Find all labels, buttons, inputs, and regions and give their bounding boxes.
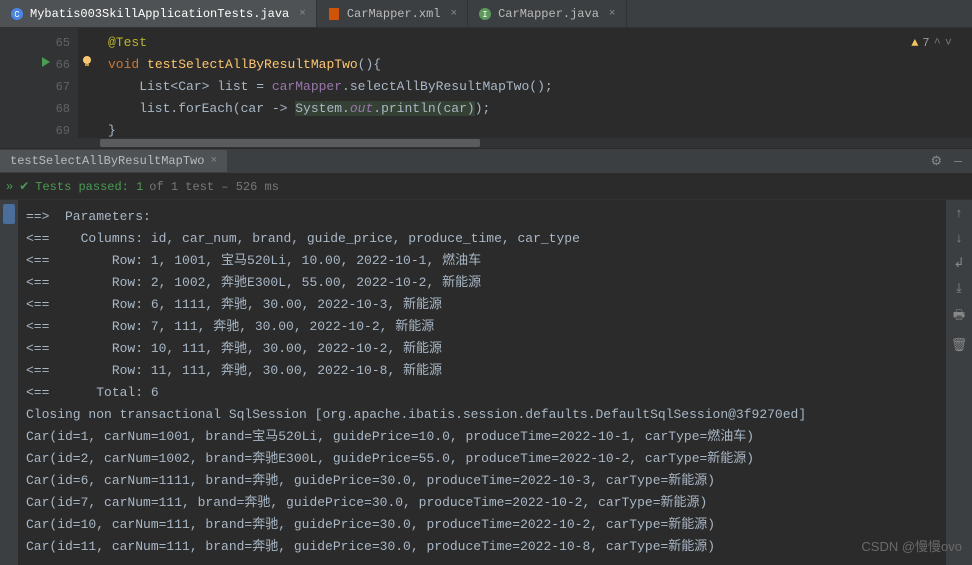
- inspections-widget[interactable]: ▲ 7 ^ ˅: [911, 36, 952, 50]
- tab-carmapper-xml[interactable]: CarMapper.xml ×: [317, 0, 468, 27]
- tab-label: CarMapper.java: [498, 7, 599, 21]
- svg-text:I: I: [482, 10, 487, 20]
- scroll-to-end-icon[interactable]: ⤓: [956, 281, 962, 296]
- code-text: .selectAllByResultMapTwo();: [342, 79, 553, 94]
- clear-icon[interactable]: 🗑: [951, 338, 968, 353]
- line-number: 67: [56, 76, 70, 98]
- java-interface-icon: I: [478, 7, 492, 21]
- code-text: List<Car> list =: [108, 79, 272, 94]
- close-icon[interactable]: ×: [210, 155, 217, 167]
- line-number: 68: [56, 98, 70, 120]
- run-tab-label: testSelectAllByResultMapTwo: [10, 154, 204, 168]
- code-text: .: [342, 101, 350, 116]
- code-editor[interactable]: 65 66 67 68 69 @Test void testSelectAllB…: [0, 28, 972, 138]
- code-content[interactable]: @Test void testSelectAllByResultMapTwo()…: [78, 28, 972, 138]
- editor-horizontal-scrollbar[interactable]: [0, 138, 972, 148]
- field-ref: carMapper: [272, 79, 342, 94]
- tab-tests-java[interactable]: C Mybatis003SkillApplicationTests.java ×: [0, 0, 317, 27]
- run-configuration-tab[interactable]: testSelectAllByResultMapTwo ×: [0, 150, 227, 172]
- code-text: println(car): [381, 101, 475, 116]
- editor-tabs: C Mybatis003SkillApplicationTests.java ×…: [0, 0, 972, 28]
- scroll-down-icon[interactable]: ↓: [955, 231, 963, 246]
- code-text: .: [373, 101, 381, 116]
- soft-wrap-icon[interactable]: ↲: [954, 256, 965, 271]
- static-field: out: [350, 101, 373, 116]
- code-text: }: [108, 123, 116, 138]
- line-number: 66: [56, 54, 70, 76]
- warning-icon: ▲: [911, 36, 918, 50]
- close-icon[interactable]: ×: [299, 8, 306, 20]
- keyword: void: [108, 57, 139, 72]
- close-icon[interactable]: ×: [450, 8, 457, 20]
- run-tool-tab-bar: testSelectAllByResultMapTwo × ⚙ —: [0, 148, 972, 174]
- check-icon: ✔: [19, 179, 29, 194]
- annotation: @Test: [108, 35, 147, 50]
- expand-all-icon[interactable]: »: [6, 180, 13, 194]
- tests-info-label: of 1 test – 526 ms: [149, 180, 279, 194]
- xml-file-icon: [327, 7, 341, 21]
- line-gutter: 65 66 67 68 69: [0, 28, 78, 138]
- test-status-bar: » ✔ Tests passed: 1 of 1 test – 526 ms: [0, 174, 972, 200]
- class-ref: System: [295, 101, 342, 116]
- line-number: 65: [56, 32, 70, 54]
- chevron-up-icon: ^: [934, 36, 941, 50]
- console-panel: ==> Parameters: <== Columns: id, car_num…: [0, 200, 972, 565]
- console-marker[interactable]: [3, 204, 15, 224]
- scroll-up-icon[interactable]: ↑: [955, 206, 963, 221]
- svg-text:C: C: [14, 10, 20, 20]
- console-output[interactable]: ==> Parameters: <== Columns: id, car_num…: [18, 200, 946, 565]
- run-gutter-icon[interactable]: [40, 54, 52, 76]
- print-icon[interactable]: 🖶: [953, 306, 965, 328]
- console-left-toolbar: [0, 200, 18, 565]
- java-class-icon: C: [10, 7, 24, 21]
- run-toolbar: ⚙ —: [931, 154, 962, 169]
- gear-icon[interactable]: ⚙: [931, 154, 943, 169]
- chevron-down-icon: ˅: [945, 36, 952, 50]
- code-text: );: [475, 101, 491, 116]
- tab-carmapper-java[interactable]: I CarMapper.java ×: [468, 0, 626, 27]
- close-icon[interactable]: ×: [609, 8, 616, 20]
- minimize-icon[interactable]: —: [954, 154, 962, 169]
- console-right-toolbar: ↑ ↓ ↲ ⤓ 🖶 🗑: [946, 200, 972, 565]
- tests-passed-label: Tests passed: 1: [35, 180, 143, 194]
- warning-count: 7: [922, 36, 929, 50]
- tab-label: CarMapper.xml: [347, 7, 441, 21]
- code-text: (){: [358, 57, 381, 72]
- watermark: CSDN @慢慢ovo: [861, 536, 962, 555]
- tab-label: Mybatis003SkillApplicationTests.java: [30, 7, 289, 21]
- scrollbar-thumb[interactable]: [100, 139, 480, 147]
- method-name: testSelectAllByResultMapTwo: [147, 57, 358, 72]
- code-text: list.forEach(car ->: [108, 101, 295, 116]
